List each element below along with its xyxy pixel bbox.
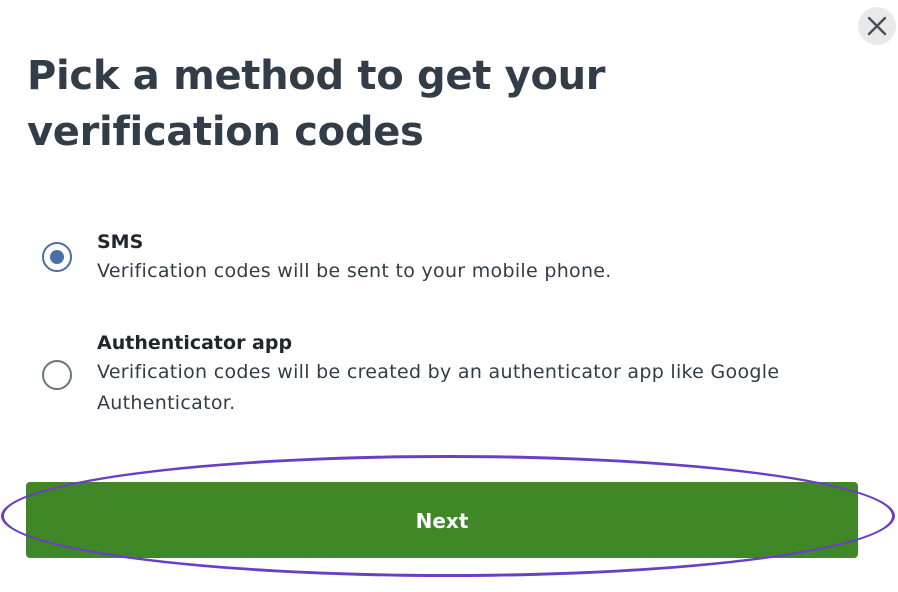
option-authenticator-description: Verification codes will be created by an… [97,361,780,414]
verification-method-dialog: Pick a method to get your verification c… [0,0,898,592]
option-authenticator-text: Authenticator app Verification codes wil… [97,329,837,419]
close-icon [867,16,887,36]
sms-radio-button[interactable] [42,242,72,272]
authenticator-radio-button[interactable] [42,360,72,390]
dialog-title: Pick a method to get your verification c… [27,53,606,155]
option-sms-description: Verification codes will be sent to your … [97,260,612,282]
close-button[interactable] [858,7,896,45]
next-button[interactable]: Next [26,482,858,558]
option-sms-text: SMS Verification codes will be sent to y… [97,228,837,287]
option-sms-title: SMS [97,231,144,253]
option-authenticator-title: Authenticator app [97,332,293,354]
